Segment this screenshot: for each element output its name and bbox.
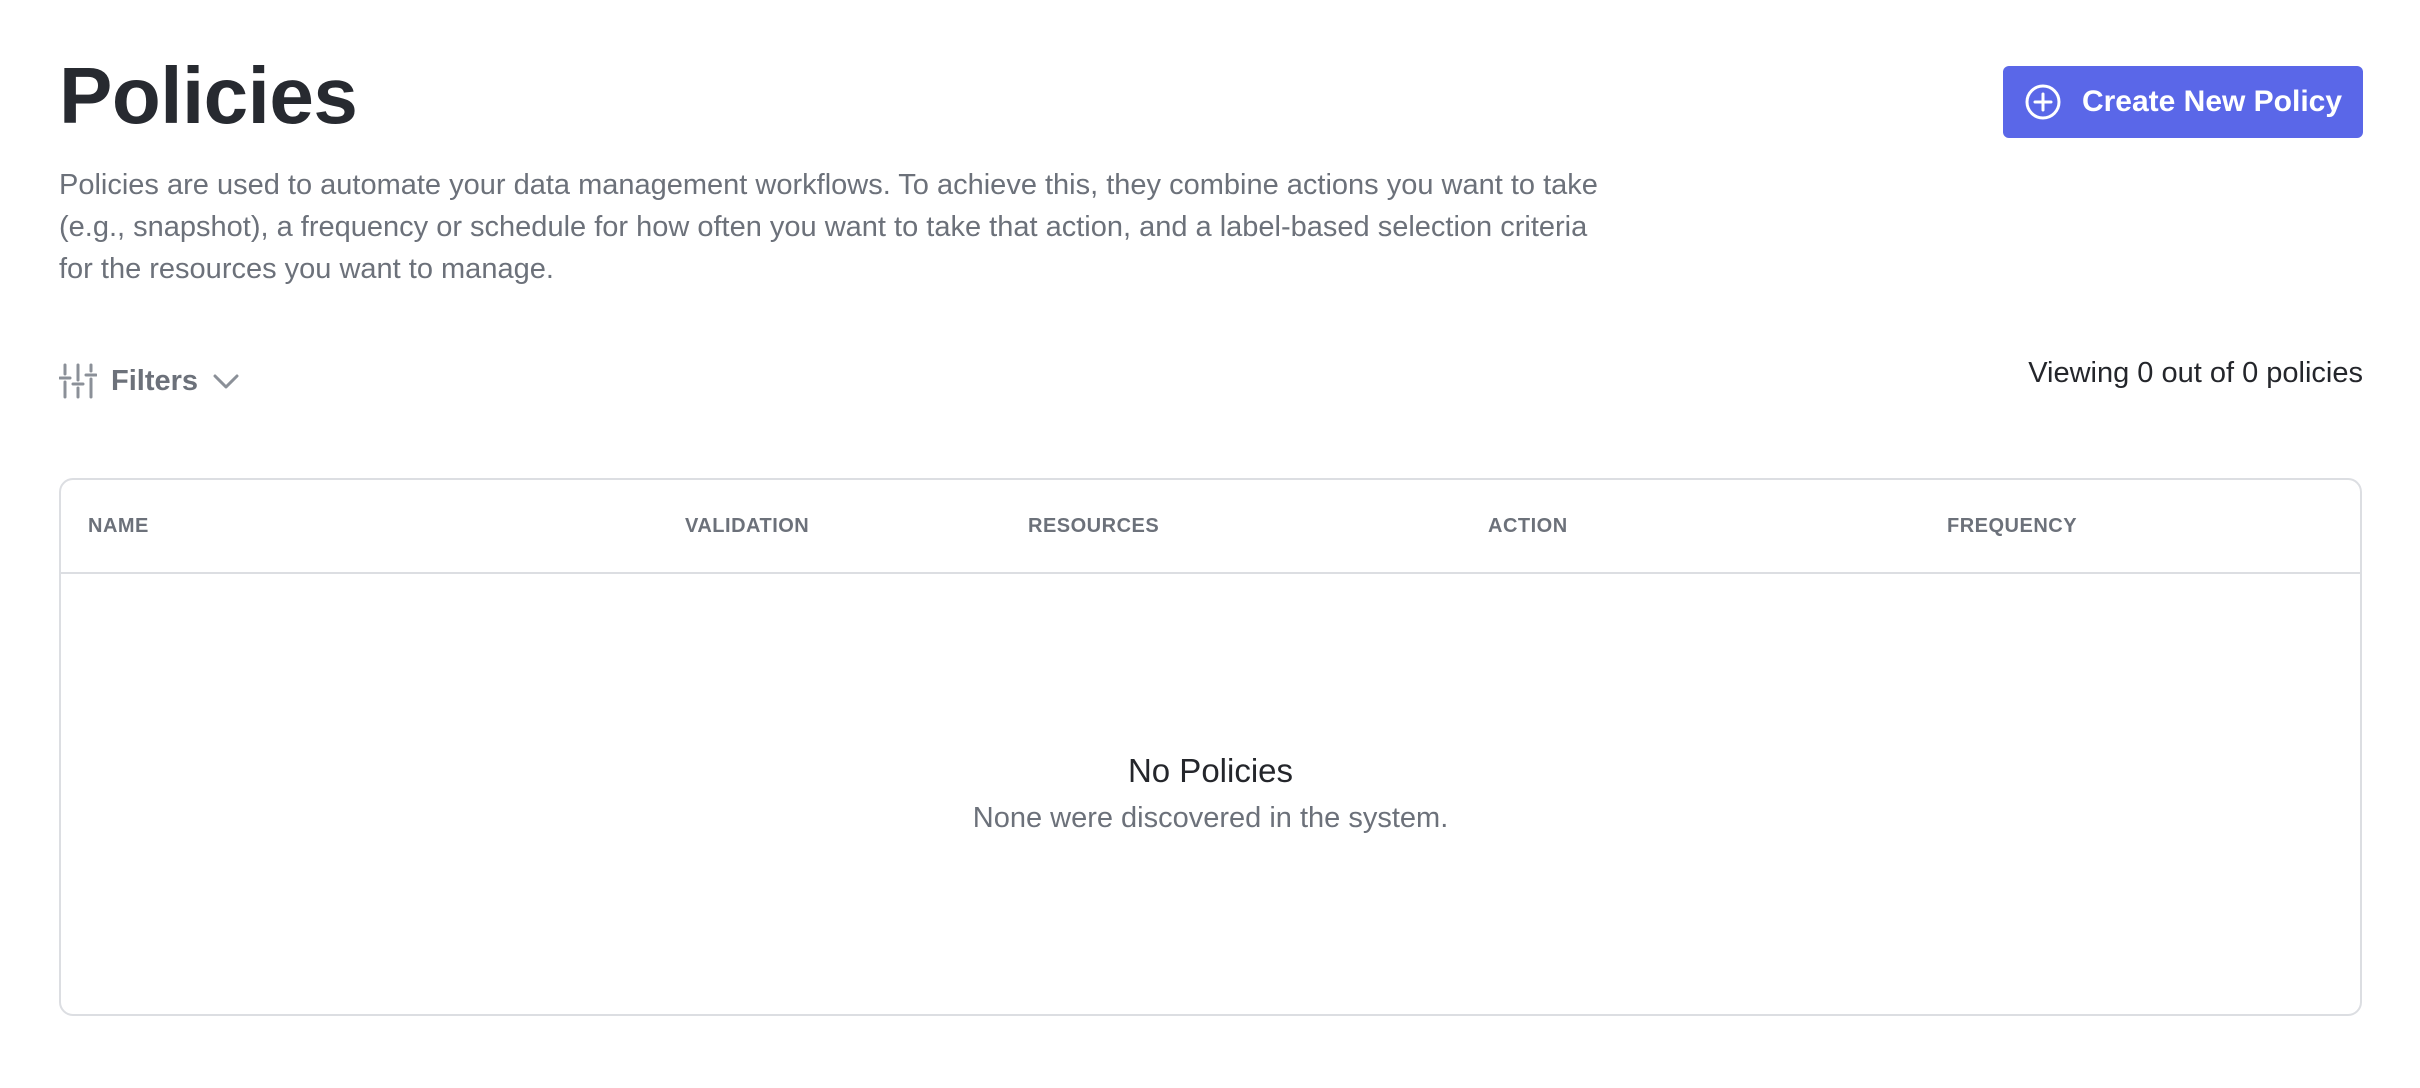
empty-state-title: No Policies <box>1127 752 1294 789</box>
filters-toggle[interactable]: Filters <box>59 360 240 402</box>
create-new-policy-label: Create New Policy <box>2081 85 2343 118</box>
empty-state: No Policies None were discovered in the … <box>61 750 2360 838</box>
chevron-down-icon <box>212 371 240 391</box>
column-header-frequency[interactable]: FREQUENCY <box>1947 514 2077 538</box>
empty-state-subtitle: None were discovered in the system. <box>972 802 1449 834</box>
column-header-resources[interactable]: RESOURCES <box>1028 514 1159 538</box>
policies-table: NAME VALIDATION RESOURCES ACTION FREQUEN… <box>59 478 2362 1016</box>
column-header-validation[interactable]: VALIDATION <box>685 514 809 538</box>
create-new-policy-button[interactable]: Create New Policy <box>2003 66 2363 138</box>
filters-label: Filters <box>111 364 199 397</box>
table-header: NAME VALIDATION RESOURCES ACTION FREQUEN… <box>61 480 2360 574</box>
sliders-icon <box>59 362 97 400</box>
results-count: Viewing 0 out of 0 policies <box>2028 357 2363 389</box>
plus-circle-icon <box>2024 83 2062 121</box>
column-header-name[interactable]: NAME <box>88 514 149 538</box>
page-title: Policies <box>59 51 358 140</box>
column-header-action[interactable]: ACTION <box>1488 514 1568 538</box>
page-description: Policies are used to automate your data … <box>59 169 1598 285</box>
